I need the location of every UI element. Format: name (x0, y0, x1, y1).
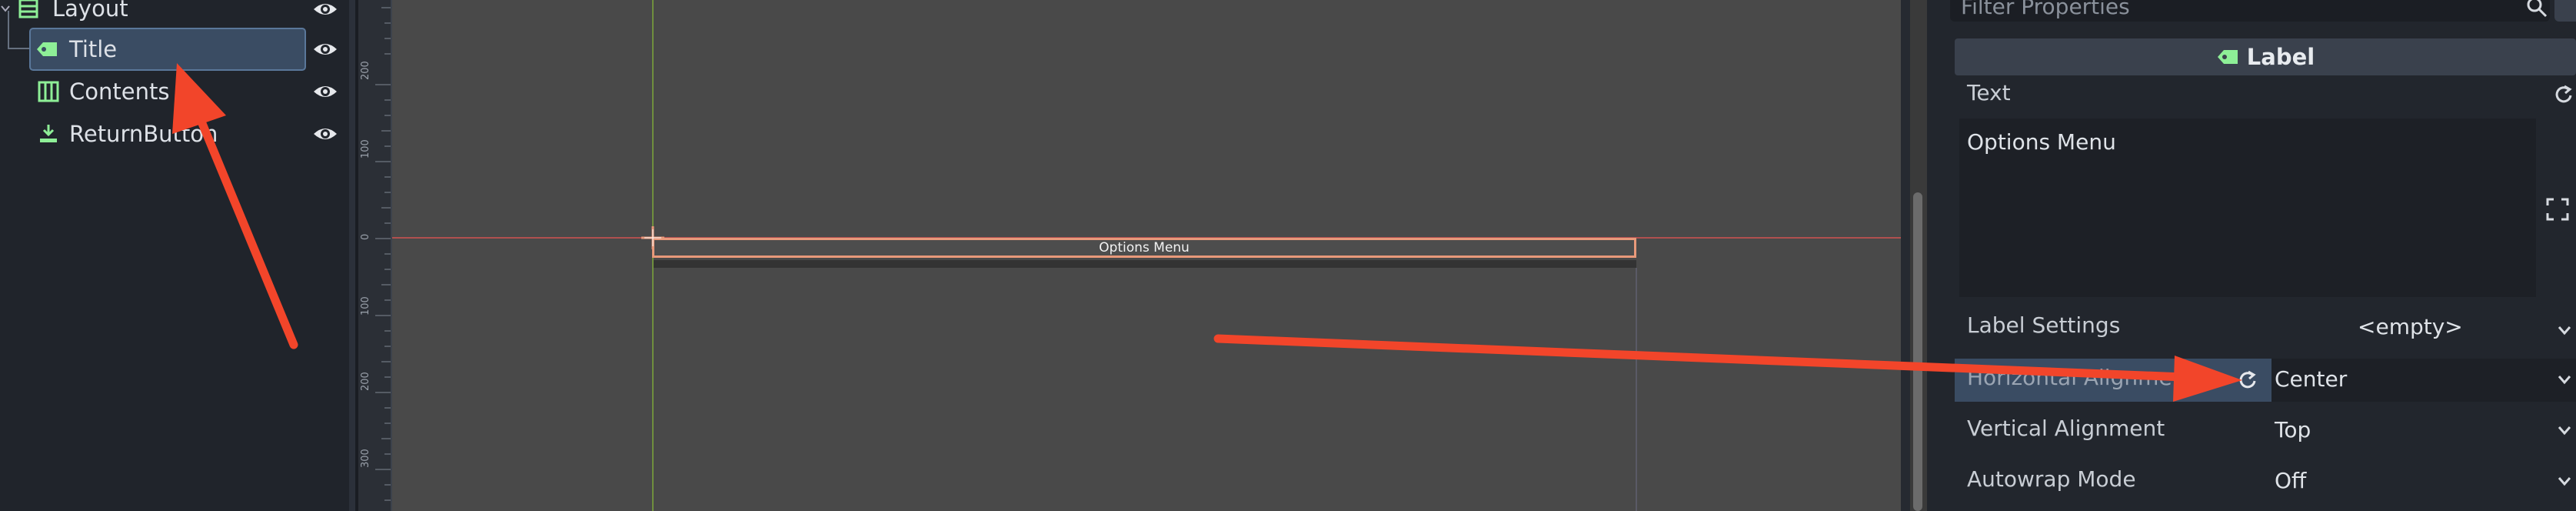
tree-item-contents[interactable]: Contents (0, 71, 338, 112)
tree-item-returnbutton[interactable]: ReturnButton (0, 113, 338, 155)
canvas-viewport[interactable]: 200 100 0 100 200 300 Options Menu (358, 0, 1927, 511)
chevron-down-icon[interactable] (2556, 371, 2573, 388)
vertical-scrollbar[interactable] (1910, 0, 1927, 511)
visibility-eye-icon[interactable] (311, 78, 339, 105)
revert-icon[interactable] (2553, 83, 2574, 105)
label-icon (35, 38, 58, 61)
filter-placeholder: Filter Properties (1961, 0, 2130, 19)
inspector-panel: Filter Properties Label Text Options Men… (1927, 0, 2576, 511)
tree-item-label: Layout (52, 0, 128, 22)
label-icon (2217, 50, 2238, 64)
tree-item-label: Contents (69, 78, 170, 105)
label-node-text: Options Menu (1099, 240, 1190, 256)
text-property-label: Text (1967, 80, 2011, 105)
button-icon (37, 122, 60, 145)
expand-editor-icon[interactable] (2545, 197, 2570, 222)
vertical-alignment-dropdown[interactable] (2271, 409, 2576, 453)
pivot-crosshair-icon[interactable] (640, 225, 666, 251)
autowrap-mode-dropdown[interactable] (2271, 460, 2576, 503)
text-property-value: Options Menu (1967, 129, 2116, 155)
chevron-down-icon[interactable] (2556, 322, 2573, 339)
revert-icon[interactable] (2236, 368, 2259, 391)
vbox-icon (17, 0, 40, 20)
autowrap-mode-label: Autowrap Mode (1967, 466, 2136, 492)
tree-item-layout[interactable]: Layout (0, 0, 338, 29)
horizontal-alignment-value: Center (2275, 366, 2348, 392)
vertical-ruler[interactable]: 200 100 0 100 200 300 (358, 0, 392, 511)
section-title: Label (2246, 44, 2315, 70)
vertical-alignment-label: Vertical Alignment (1967, 416, 2165, 441)
collapse-arrow-icon[interactable] (0, 0, 11, 20)
tree-item-label: Title (69, 36, 118, 62)
visibility-eye-icon[interactable] (311, 35, 339, 63)
tree-item-label: ReturnButton (69, 121, 218, 147)
scrollbar-thumb[interactable] (1913, 192, 1922, 511)
tree-item-title[interactable]: Title (0, 28, 338, 70)
grid-container-icon (37, 80, 60, 103)
label-settings-value[interactable]: <empty> (2358, 314, 2463, 339)
text-property-editor[interactable]: Options Menu (1959, 119, 2536, 297)
horizontal-alignment-label: Horizontal Alignment (1967, 365, 2195, 390)
panel-splitter[interactable] (349, 0, 355, 511)
ruler-ticks (375, 7, 391, 501)
section-header-label[interactable]: Label (1955, 38, 2576, 75)
search-icon[interactable] (2525, 0, 2548, 18)
visibility-eye-icon[interactable] (311, 120, 339, 148)
autowrap-mode-value: Off (2275, 468, 2307, 493)
label-node-selection[interactable]: Options Menu (652, 238, 1636, 258)
scene-tree-panel: Layout Title Contents ReturnButton (0, 0, 349, 511)
vertical-alignment-value: Top (2275, 417, 2311, 443)
label-node-shadow (654, 260, 1636, 268)
chevron-down-icon[interactable] (2556, 473, 2573, 489)
visibility-eye-icon[interactable] (311, 0, 339, 23)
label-settings-label: Label Settings (1967, 312, 2121, 338)
filter-properties-input[interactable]: Filter Properties (1950, 0, 2550, 22)
filter-options-button[interactable] (2554, 0, 2576, 22)
chevron-down-icon[interactable] (2556, 422, 2573, 439)
viewport-border (1901, 0, 1910, 511)
